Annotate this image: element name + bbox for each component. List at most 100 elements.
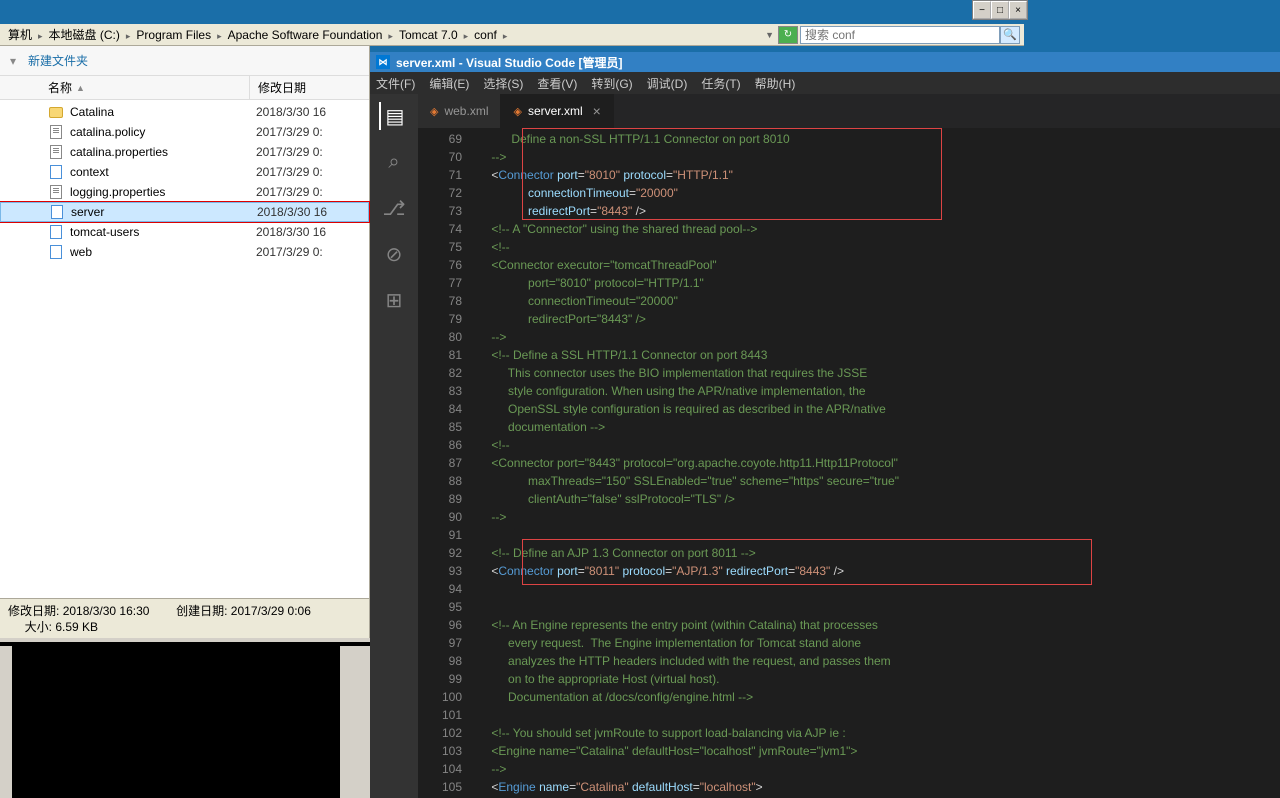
line-number: 85 [418,418,462,436]
code-editor[interactable]: 6970717273747576777879808182838485868788… [418,128,1280,798]
editor-tab[interactable]: ◈server.xml× [501,94,613,128]
code-line[interactable]: <Engine name="Catalina" defaultHost="loc… [478,778,1280,796]
scrollbar[interactable] [350,646,370,798]
chevron-right-icon[interactable]: ▸ [215,31,224,41]
breadcrumb-segment[interactable]: Program Files [132,28,215,42]
breadcrumb-segment[interactable]: 本地磁盘 (C:) [45,28,124,42]
menu-item[interactable]: 转到(G) [591,75,632,92]
menu-item[interactable]: 编辑(E) [429,75,469,92]
line-number: 102 [418,724,462,742]
debug-icon[interactable]: ⊘ [380,240,408,268]
file-row[interactable]: context2017/3/29 0: [0,162,369,182]
code-area[interactable]: Define a non-SSL HTTP/1.1 Connector on p… [478,128,1280,798]
bottom-panel [0,638,370,798]
code-line[interactable]: <!-- An Engine represents the entry poin… [478,616,1280,634]
chevron-right-icon[interactable]: ▸ [386,31,395,41]
code-line[interactable]: connectionTimeout="20000" [478,292,1280,310]
file-date: 2017/3/29 0: [256,165,323,179]
menu-item[interactable]: 查看(V) [537,75,577,92]
column-name[interactable]: 名称▲ [0,76,250,99]
minimize-button[interactable]: − [973,1,991,19]
refresh-button[interactable]: ↻ [778,26,798,44]
editor-tab[interactable]: ◈web.xml [418,94,501,128]
source-control-icon[interactable]: ⎇ [380,194,408,222]
code-line[interactable]: redirectPort="8443" /> [478,310,1280,328]
breadcrumb-segment[interactable]: 算机 [4,28,36,42]
breadcrumb-segment[interactable]: Tomcat 7.0 [395,28,462,42]
xml-icon [48,164,64,180]
maximize-button[interactable]: □ [991,1,1009,19]
file-row[interactable]: server2018/3/30 16 [0,202,369,222]
menu-item[interactable]: 文件(F) [376,75,415,92]
breadcrumb-segment[interactable]: conf [470,28,501,42]
code-line[interactable]: Documentation at /docs/config/engine.htm… [478,688,1280,706]
menu-item[interactable]: 选择(S) [483,75,523,92]
code-line[interactable]: <!-- You should set jvmRoute to support … [478,724,1280,742]
code-line[interactable]: documentation --> [478,418,1280,436]
code-line[interactable] [478,598,1280,616]
code-line[interactable]: This connector uses the BIO implementati… [478,364,1280,382]
file-date: 2017/3/29 0: [256,145,323,159]
code-line[interactable]: on to the appropriate Host (virtual host… [478,670,1280,688]
chevron-right-icon[interactable]: ▸ [36,31,45,41]
column-date[interactable]: 修改日期 [250,76,369,99]
menu-item[interactable]: 调试(D) [647,75,688,92]
chevron-right-icon[interactable]: ▸ [501,31,510,41]
file-date: 2018/3/30 16 [256,105,326,119]
search-field[interactable] [805,28,995,42]
line-number-gutter: 6970717273747576777879808182838485868788… [418,128,478,798]
file-row[interactable]: logging.properties2017/3/29 0: [0,182,369,202]
file-row[interactable]: web2017/3/29 0: [0,242,369,262]
line-number: 100 [418,688,462,706]
code-line[interactable]: <!-- A "Connector" using the shared thre… [478,220,1280,238]
extensions-icon[interactable]: ⊞ [380,286,408,314]
file-date: 2017/3/29 0: [256,185,323,199]
search-input[interactable] [800,26,1000,44]
folder-icon [48,104,64,120]
file-row[interactable]: Catalina2018/3/30 16 [0,102,369,122]
explorer-toolbar: ▾ 新建文件夹 [0,46,369,76]
code-line[interactable]: <Connector executor="tomcatThreadPool" [478,256,1280,274]
vscode-menu-bar[interactable]: 文件(F) 编辑(E) 选择(S) 查看(V) 转到(G) 调试(D) 任务(T) 帮助(H) [370,72,1280,94]
file-name: catalina.policy [70,125,256,139]
menu-item[interactable]: 帮助(H) [755,75,796,92]
line-number: 92 [418,544,462,562]
code-line[interactable]: clientAuth="false" sslProtocol="TLS" /> [478,490,1280,508]
code-line[interactable]: analyzes the HTTP headers included with … [478,652,1280,670]
new-folder-button[interactable]: 新建文件夹 [28,52,88,69]
breadcrumb-dropdown-icon[interactable]: ▼ [763,30,776,40]
code-line[interactable]: <Connector port="8443" protocol="org.apa… [478,454,1280,472]
code-line[interactable]: <Engine name="Catalina" defaultHost="loc… [478,742,1280,760]
line-number: 87 [418,454,462,472]
explorer-icon[interactable]: ▤ [379,102,407,130]
status-created-value: 2017/3/29 0:06 [231,604,311,618]
search-icon[interactable]: ⌕ [380,148,408,176]
code-line[interactable]: --> [478,760,1280,778]
breadcrumb-path[interactable]: 算机▸本地磁盘 (C:)▸Program Files▸Apache Softwa… [4,26,509,43]
code-line[interactable]: <!-- Define a SSL HTTP/1.1 Connector on … [478,346,1280,364]
menu-item[interactable]: 任务(T) [701,75,740,92]
file-row[interactable]: tomcat-users2018/3/30 16 [0,222,369,242]
file-name: web [70,245,256,259]
code-line[interactable]: --> [478,508,1280,526]
search-button[interactable]: 🔍 [1000,26,1020,44]
code-line[interactable]: style configuration. When using the APR/… [478,382,1280,400]
status-created-label: 创建日期: [176,604,227,618]
code-line[interactable]: every request. The Engine implementation… [478,634,1280,652]
tab-close-icon[interactable]: × [593,103,601,119]
code-line[interactable]: <!-- [478,436,1280,454]
chevron-right-icon[interactable]: ▸ [462,31,471,41]
doc-icon [48,184,64,200]
code-line[interactable]: OpenSSL style configuration is required … [478,400,1280,418]
code-line[interactable]: maxThreads="150" SSLEnabled="true" schem… [478,472,1280,490]
breadcrumb-segment[interactable]: Apache Software Foundation [224,28,387,42]
close-button[interactable]: × [1009,1,1027,19]
file-list: Catalina2018/3/30 16catalina.policy2017/… [0,100,369,264]
file-row[interactable]: catalina.properties2017/3/29 0: [0,142,369,162]
line-number: 77 [418,274,462,292]
code-line[interactable] [478,706,1280,724]
code-line[interactable]: <!-- [478,238,1280,256]
code-line[interactable]: port="8010" protocol="HTTP/1.1" [478,274,1280,292]
file-row[interactable]: catalina.policy2017/3/29 0: [0,122,369,142]
code-line[interactable]: --> [478,328,1280,346]
